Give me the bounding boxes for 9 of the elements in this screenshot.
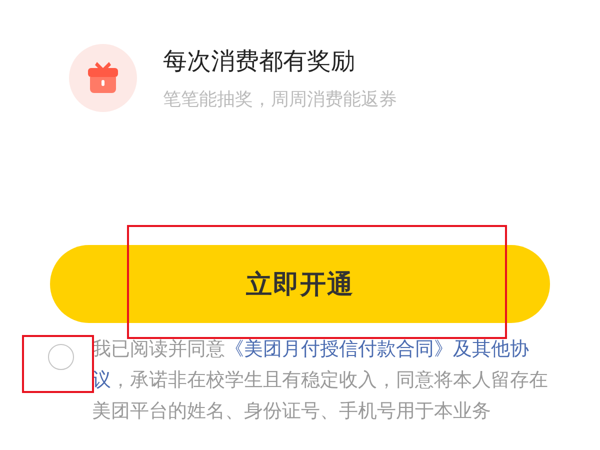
agreement-text: 我已阅读并同意《美团月付授信付款合同》及其他协 议，承诺非在校学生且有稳定收入，同意将本人留存在美团平台的姓名、身份证号、手机号用于本业务 <box>92 337 549 424</box>
agreement-link[interactable]: 《美团月付授信付款合同》及其他协 <box>225 338 529 360</box>
open-button[interactable]: 立即开通 <box>50 245 550 323</box>
gift-icon <box>69 44 137 112</box>
benefit-subtitle: 笔笔能抽奖，周周消费能返券 <box>163 88 397 111</box>
benefit-title: 每次消费都有奖励 <box>163 46 356 77</box>
highlight-frame <box>22 335 94 393</box>
agreement-link[interactable]: 议 <box>92 369 111 391</box>
agreement-radio[interactable] <box>48 344 74 370</box>
